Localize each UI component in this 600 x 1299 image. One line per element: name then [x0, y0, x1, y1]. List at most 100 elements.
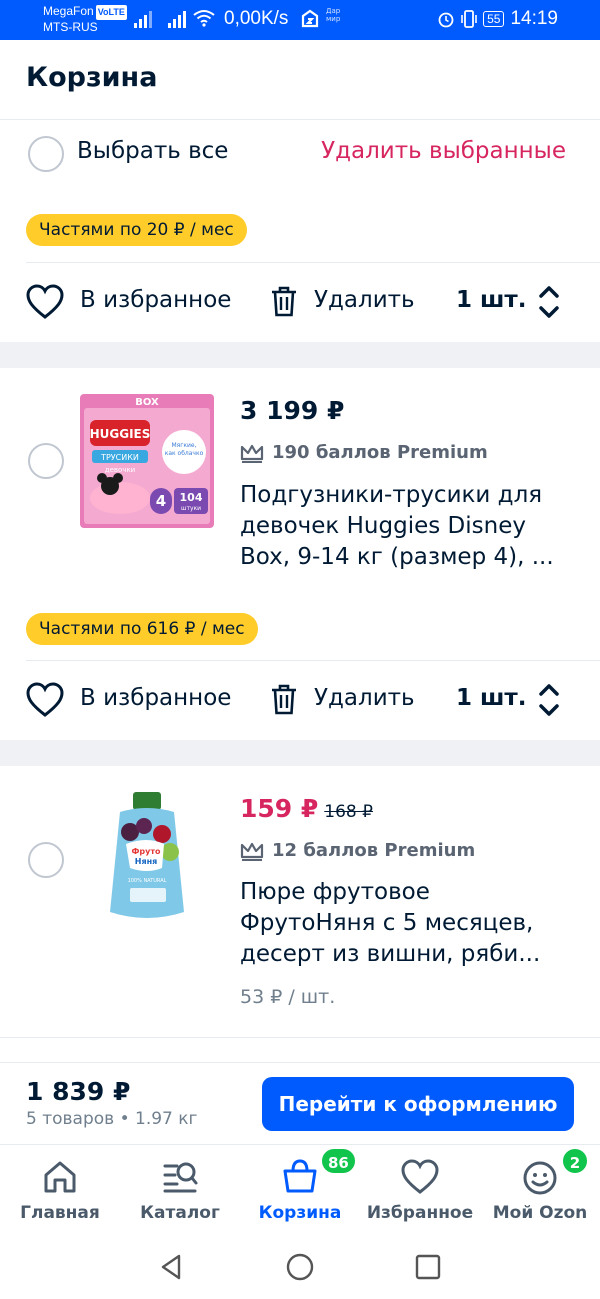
- item-actions-row: В избранное Удалить 1 шт.: [0, 262, 600, 342]
- item-title-line: десерт из вишни, ряби...: [240, 941, 541, 967]
- item-price: 159 ₽168 ₽: [240, 794, 373, 823]
- item-select-checkbox[interactable]: [28, 443, 64, 479]
- tab-label: Избранное: [366, 1203, 474, 1223]
- mir-pay-icon: Дар мир: [326, 7, 341, 23]
- system-nav-bar: [0, 1234, 600, 1299]
- add-to-favorites-button[interactable]: В избранное: [80, 287, 231, 313]
- home-icon: [44, 1161, 76, 1193]
- product-image-huggies[interactable]: BOX HUGGIES ТРУСИКИ девочки Мягкие, как …: [80, 394, 214, 528]
- svg-text:100% NATURAL: 100% NATURAL: [128, 878, 167, 884]
- delete-selected-button[interactable]: Удалить выбранные: [321, 138, 566, 164]
- network-speed: 0,00K/s: [224, 8, 289, 29]
- status-right: 55 14:19: [437, 8, 558, 30]
- clock: 14:19: [510, 8, 558, 29]
- svg-text:как облачко: как облачко: [165, 450, 204, 457]
- item-price: 3 199 ₽: [240, 396, 345, 425]
- wifi-icon: [193, 10, 215, 27]
- discount-price: 159 ₽: [240, 794, 319, 823]
- cart-icon: [283, 1159, 317, 1193]
- section-separator: [0, 740, 600, 766]
- home-nav-icon[interactable]: [285, 1252, 315, 1282]
- item-title[interactable]: Пюре фрутовое ФрутоНяня с 5 месяцев, дес…: [240, 877, 570, 970]
- svg-text:4: 4: [156, 492, 166, 510]
- tab-label: Главная: [20, 1203, 100, 1223]
- bonus-text: 190 баллов Premium: [272, 442, 488, 463]
- tab-my-ozon[interactable]: 2 Мой Ozon: [480, 1145, 600, 1235]
- old-price: 168 ₽: [324, 802, 373, 822]
- quantity-value[interactable]: 1 шт.: [456, 685, 527, 711]
- battery-icon: 55: [483, 11, 505, 27]
- item-title-line: ФрутоНяня с 5 месяцев,: [240, 910, 534, 936]
- tab-home[interactable]: Главная: [0, 1145, 120, 1235]
- delete-item-button[interactable]: Удалить: [314, 685, 415, 711]
- svg-text:ТРУСИКИ: ТРУСИКИ: [100, 453, 139, 462]
- unit-price: 53 ₽ / шт.: [240, 986, 336, 1008]
- bonus-text: 12 баллов Premium: [272, 840, 476, 861]
- item-title-line: девочек Huggies Disney: [240, 513, 526, 539]
- volte-badge: VoLTE: [95, 5, 127, 20]
- checkout-bar: 1 839 ₽ 5 товаров • 1.97 кг Перейти к оф…: [0, 1062, 600, 1144]
- svg-text:104: 104: [180, 491, 203, 504]
- cart-total: 1 839 ₽: [26, 1077, 131, 1106]
- add-to-favorites-button[interactable]: В избранное: [80, 685, 231, 711]
- page-header: Корзина: [0, 40, 600, 120]
- bonus-points: 190 баллов Premium: [240, 442, 488, 463]
- item-actions-row: В избранное Удалить 1 шт.: [0, 660, 600, 740]
- signal-icon: [134, 10, 154, 28]
- item-title-line: Подгузники-трусики для: [240, 482, 543, 508]
- product-image-frutonyanya[interactable]: Фруто Няня 100% NATURAL: [100, 792, 194, 926]
- tab-label: Корзина: [258, 1203, 342, 1223]
- tab-catalog[interactable]: Каталог: [120, 1145, 240, 1235]
- catalog-icon: [163, 1162, 198, 1193]
- delete-item-button[interactable]: Удалить: [314, 287, 415, 313]
- thumb-box-text: BOX: [135, 397, 159, 408]
- favorite-heart-icon[interactable]: [26, 682, 64, 718]
- cart-count-badge: 86: [320, 1147, 357, 1175]
- vibrate-icon: [461, 10, 477, 28]
- quantity-stepper-icon[interactable]: [536, 680, 562, 720]
- tab-favorites[interactable]: Избранное: [360, 1145, 480, 1235]
- smile-icon: [523, 1161, 557, 1195]
- tab-label: Мой Ozon: [492, 1203, 588, 1223]
- cart-summary: 5 товаров • 1.97 кг: [26, 1109, 198, 1129]
- back-icon[interactable]: [157, 1252, 187, 1282]
- carrier-info: MegaFon VoLTE MTS-RUS: [43, 4, 127, 35]
- svg-text:Фруто: Фруто: [131, 847, 161, 856]
- trash-icon[interactable]: [270, 284, 298, 318]
- status-bar: MegaFon VoLTE MTS-RUS 0,00K/s Дар мир 55 …: [0, 0, 600, 40]
- select-all-checkbox[interactable]: [28, 136, 64, 172]
- svg-text:штуки: штуки: [181, 505, 201, 512]
- section-separator: [0, 342, 600, 368]
- quantity-stepper-icon[interactable]: [536, 282, 562, 322]
- item-select-checkbox[interactable]: [28, 842, 64, 878]
- svg-text:девочки: девочки: [105, 466, 135, 474]
- signal-icon-2: [168, 10, 188, 28]
- bonus-points: 12 баллов Premium: [240, 840, 475, 861]
- favorite-heart-icon[interactable]: [26, 284, 64, 320]
- checkout-button[interactable]: Перейти к оформлению: [262, 1077, 574, 1131]
- divider: [0, 1037, 600, 1038]
- svg-text:Мягкие,: Мягкие,: [171, 442, 196, 449]
- item-title[interactable]: Подгузники-трусики для девочек Huggies D…: [240, 480, 570, 573]
- carrier-2: MTS-RUS: [43, 20, 98, 34]
- item-title-line: Box, 9-14 кг (размер 4), ...: [240, 544, 554, 570]
- trash-icon[interactable]: [270, 682, 298, 716]
- recents-icon[interactable]: [413, 1252, 443, 1282]
- alarm-icon: [438, 12, 454, 28]
- installment-badge[interactable]: Частями по 20 ₽ / мес: [26, 214, 247, 246]
- heart-icon: [401, 1159, 439, 1194]
- tab-cart[interactable]: 86 Корзина: [240, 1145, 360, 1235]
- page-title: Корзина: [26, 62, 158, 93]
- crown-icon: [240, 842, 264, 861]
- bottom-tab-bar: Главная Каталог 86 Корзина Избранное 2 М…: [0, 1144, 600, 1234]
- installment-badge[interactable]: Частями по 616 ₽ / мес: [26, 613, 258, 645]
- svg-text:Няня: Няня: [135, 857, 158, 866]
- select-all-label[interactable]: Выбрать все: [77, 138, 228, 164]
- cart-item: Фруто Няня 100% NATURAL 159 ₽168 ₽ 12 ба…: [0, 766, 600, 1036]
- ozon-notification-icon: [301, 9, 319, 28]
- notification-badge: 2: [561, 1147, 589, 1175]
- quantity-value[interactable]: 1 шт.: [456, 287, 527, 313]
- carrier-1: MegaFon: [43, 4, 94, 18]
- svg-text:HUGGIES: HUGGIES: [90, 427, 151, 441]
- item-title-line: Пюре фрутовое: [240, 879, 430, 905]
